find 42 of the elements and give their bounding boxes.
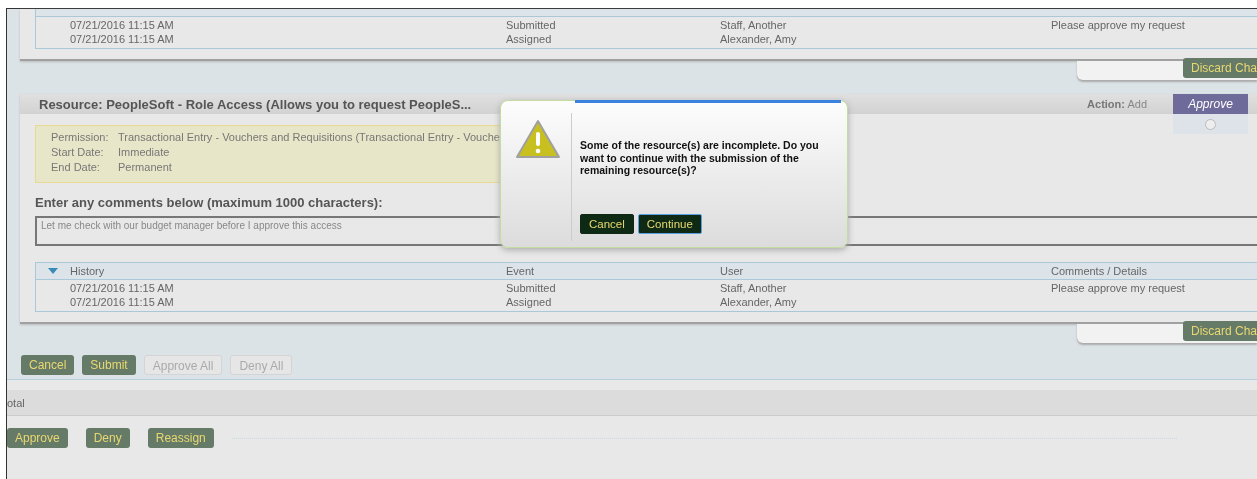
column-header: History — [70, 264, 106, 279]
history-event: Assigned — [506, 32, 553, 46]
detail-label: Start Date: — [51, 146, 104, 160]
action-button[interactable]: Cancel — [21, 355, 75, 375]
dialog-message: Some of the resource(s) are incomplete. Do you want to continue with the submission of the remaining resource(s)? — [580, 139, 820, 177]
history-user: Alexander, Amy — [720, 32, 798, 46]
discard-changes-button[interactable]: Discard Cha — [1182, 321, 1257, 341]
history-date: 07/21/2016 11:15 AM — [70, 32, 175, 46]
history-comment: Please approve my request — [1051, 281, 1186, 295]
approve-column-header: Approve — [1173, 94, 1248, 114]
history-user: Staff, Another — [720, 281, 788, 295]
history-event: Submitted — [506, 18, 557, 32]
history-event: Submitted — [506, 281, 557, 295]
column-header: Event — [506, 264, 536, 279]
workflow-button[interactable]: Reassign — [147, 428, 214, 448]
detail-value: Permanent — [118, 161, 172, 175]
detail-value: Transactional Entry - Vouchers and Requisitions (Transactional Entry - Vouche — [118, 131, 500, 145]
workflow-button[interactable]: Deny — [85, 428, 130, 448]
detail-label: End Date: — [51, 161, 100, 175]
comments-label: Enter any comments below (maximum 1000 characters): — [35, 195, 384, 210]
action-button[interactable]: Submit — [82, 355, 136, 375]
resource-title: Resource: PeopleSoft - Role Access (Allows you to request PeopleS... — [38, 96, 472, 112]
workflow-button[interactable]: Approve — [7, 428, 68, 448]
history-user: Alexander, Amy — [720, 295, 798, 309]
detail-label: Permission: — [51, 131, 109, 145]
history-date: 07/21/2016 11:15 AM — [70, 18, 175, 32]
detail-value: Immediate — [118, 146, 170, 160]
discard-changes-button[interactable]: Discard Cha — [1182, 58, 1257, 78]
history-event: Assigned — [506, 295, 553, 309]
history-date: 07/21/2016 11:15 AM — [70, 281, 175, 295]
dialog-button[interactable]: Continue — [637, 213, 702, 234]
approve-radio[interactable] — [1205, 118, 1216, 130]
column-header: User — [720, 264, 745, 279]
history-date: 07/21/2016 11:15 AM — [70, 295, 175, 309]
section-label: otal — [7, 396, 25, 409]
action-label: Action: Add — [1087, 98, 1147, 110]
dialog-button[interactable]: Cancel — [580, 213, 634, 234]
collapse-arrow-icon[interactable] — [48, 268, 58, 274]
history-user: Staff, Another — [720, 18, 788, 32]
history-comment: Please approve my request — [1051, 18, 1186, 32]
warning-icon — [515, 119, 561, 159]
column-header: Comments / Details — [1051, 264, 1148, 279]
